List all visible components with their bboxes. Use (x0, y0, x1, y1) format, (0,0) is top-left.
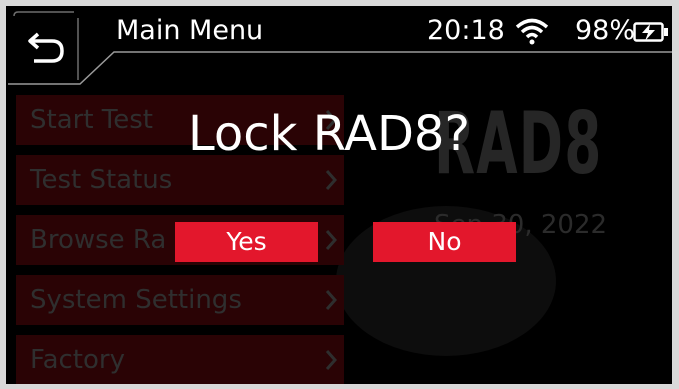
header-frame (6, 6, 672, 85)
battery-percent: 98% (575, 15, 636, 46)
menu-item-label: Start Test (30, 105, 153, 135)
menu-item-system-settings[interactable]: System Settings (16, 275, 344, 325)
page-title: Main Menu (116, 15, 264, 46)
menu-item-label: Browse Ra (30, 225, 167, 255)
battery-charging-icon (633, 22, 668, 42)
menu-item-label: System Settings (30, 285, 242, 315)
back-button[interactable] (12, 18, 76, 80)
chevron-right-icon (325, 170, 338, 190)
dialog-message: Lock RAD8? (188, 106, 470, 162)
chevron-right-icon (325, 350, 338, 370)
yes-button[interactable]: Yes (175, 222, 318, 262)
menu-item-factory[interactable]: Factory (16, 335, 344, 384)
menu-item-label: Test Status (30, 165, 173, 195)
chevron-right-icon (325, 290, 338, 310)
back-icon (28, 32, 64, 63)
clock: 20:18 (427, 15, 505, 46)
menu-item-label: Factory (30, 345, 125, 375)
no-button[interactable]: No (373, 222, 516, 262)
wifi-icon (515, 18, 549, 45)
status-header: Main Menu 20:18 98% (6, 6, 672, 85)
device-screen: RAD8 Sep 30, 2022 Start Test Test Status… (6, 6, 672, 384)
chevron-right-icon (325, 230, 338, 250)
